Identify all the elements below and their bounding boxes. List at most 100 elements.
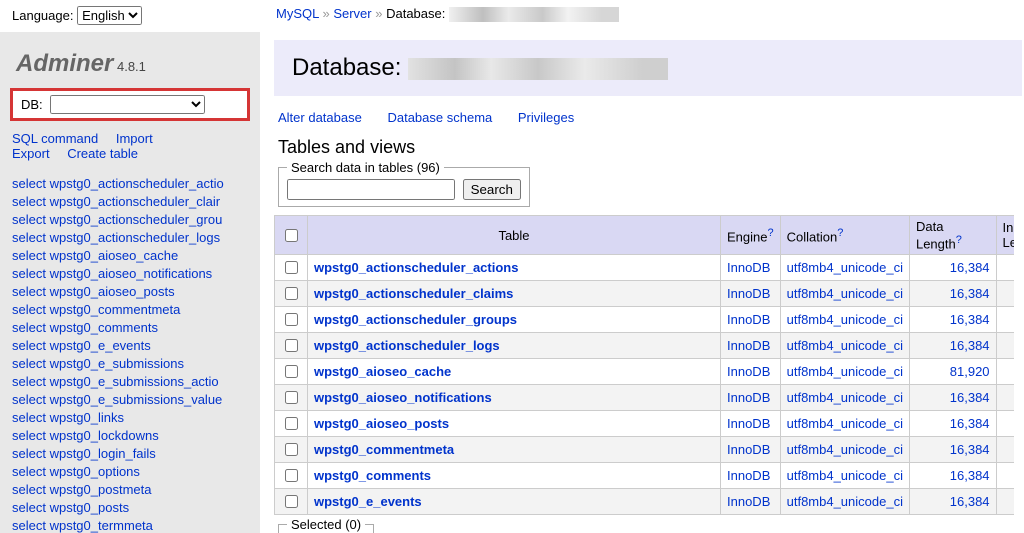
col-data-length[interactable]: Data Length?	[909, 216, 996, 255]
sidebar-select-link[interactable]: select wpstg0_postmeta	[12, 481, 260, 499]
col-table[interactable]: Table	[308, 216, 721, 255]
sidebar-select-link[interactable]: select wpstg0_actionscheduler_actio	[12, 175, 260, 193]
sidebar-select-link[interactable]: select wpstg0_login_fails	[12, 445, 260, 463]
row-data-length[interactable]: 16,384	[950, 416, 990, 431]
sidebar-select-link[interactable]: select wpstg0_e_submissions	[12, 355, 260, 373]
row-collation[interactable]: utf8mb4_unicode_ci	[780, 255, 909, 281]
selected-legend: Selected (0)	[287, 517, 365, 532]
sidebar-select-link[interactable]: select wpstg0_termmeta	[12, 517, 260, 533]
row-data-length[interactable]: 81,920	[950, 364, 990, 379]
sidebar-select-link[interactable]: select wpstg0_e_submissions_value	[12, 391, 260, 409]
sidebar-select-link[interactable]: select wpstg0_lockdowns	[12, 427, 260, 445]
table-name-link[interactable]: wpstg0_aioseo_posts	[314, 416, 449, 431]
row-engine[interactable]: InnoDB	[721, 463, 781, 489]
sidebar-select-link[interactable]: select wpstg0_commentmeta	[12, 301, 260, 319]
table-name-link[interactable]: wpstg0_aioseo_notifications	[314, 390, 492, 405]
sidebar-select-link[interactable]: select wpstg0_aioseo_notifications	[12, 265, 260, 283]
sidebar-select-link[interactable]: select wpstg0_comments	[12, 319, 260, 337]
database-links: Alter database Database schema Privilege…	[274, 110, 1024, 133]
row-collation[interactable]: utf8mb4_unicode_ci	[780, 281, 909, 307]
row-data-length[interactable]: 16,384	[950, 442, 990, 457]
row-collation[interactable]: utf8mb4_unicode_ci	[780, 437, 909, 463]
table-name-link[interactable]: wpstg0_commentmeta	[314, 442, 454, 457]
search-button[interactable]	[463, 179, 521, 200]
sidebar-select-link[interactable]: select wpstg0_actionscheduler_logs	[12, 229, 260, 247]
row-checkbox[interactable]	[285, 391, 298, 404]
row-engine[interactable]: InnoDB	[721, 333, 781, 359]
sidebar-select-link[interactable]: select wpstg0_options	[12, 463, 260, 481]
table-name-link[interactable]: wpstg0_actionscheduler_actions	[314, 260, 518, 275]
row-engine[interactable]: InnoDB	[721, 281, 781, 307]
sidebar-select-link[interactable]: select wpstg0_posts	[12, 499, 260, 517]
col-index-length[interactable]: InLe	[996, 216, 1014, 255]
breadcrumb-server[interactable]: Server	[333, 6, 371, 21]
row-collation[interactable]: utf8mb4_unicode_ci	[780, 385, 909, 411]
table-row: wpstg0_aioseo_cache InnoDButf8mb4_unicode…	[275, 359, 1015, 385]
create-table-link[interactable]: Create table	[67, 146, 138, 161]
db-selector-box: DB:	[10, 88, 250, 121]
import-link[interactable]: Import	[116, 131, 153, 146]
row-checkbox[interactable]	[285, 261, 298, 274]
row-checkbox[interactable]	[285, 365, 298, 378]
row-collation[interactable]: utf8mb4_unicode_ci	[780, 307, 909, 333]
database-schema-link[interactable]: Database schema	[387, 110, 492, 125]
sidebar-select-link[interactable]: select wpstg0_e_events	[12, 337, 260, 355]
sidebar-select-link[interactable]: select wpstg0_links	[12, 409, 260, 427]
row-checkbox[interactable]	[285, 313, 298, 326]
row-engine[interactable]: InnoDB	[721, 437, 781, 463]
breadcrumb-database-label: Database:	[386, 6, 445, 21]
row-data-length[interactable]: 16,384	[950, 494, 990, 509]
row-collation[interactable]: utf8mb4_unicode_ci	[780, 333, 909, 359]
sidebar-select-link[interactable]: select wpstg0_aioseo_cache	[12, 247, 260, 265]
table-name-link[interactable]: wpstg0_aioseo_cache	[314, 364, 451, 379]
table-name-link[interactable]: wpstg0_actionscheduler_groups	[314, 312, 517, 327]
export-link[interactable]: Export	[12, 146, 50, 161]
table-name-link[interactable]: wpstg0_e_events	[314, 494, 422, 509]
row-data-length[interactable]: 16,384	[950, 312, 990, 327]
row-collation[interactable]: utf8mb4_unicode_ci	[780, 411, 909, 437]
sql-command-link[interactable]: SQL command	[12, 131, 98, 146]
row-checkbox[interactable]	[285, 495, 298, 508]
row-engine[interactable]: InnoDB	[721, 359, 781, 385]
alter-database-link[interactable]: Alter database	[278, 110, 362, 125]
row-engine[interactable]: InnoDB	[721, 385, 781, 411]
privileges-link[interactable]: Privileges	[518, 110, 574, 125]
sidebar-select-link[interactable]: select wpstg0_actionscheduler_clair	[12, 193, 260, 211]
row-collation[interactable]: utf8mb4_unicode_ci	[780, 489, 909, 515]
table-name-link[interactable]: wpstg0_actionscheduler_logs	[314, 338, 500, 353]
row-data-length[interactable]: 16,384	[950, 286, 990, 301]
row-data-length[interactable]: 16,384	[950, 390, 990, 405]
row-checkbox[interactable]	[285, 443, 298, 456]
row-checkbox[interactable]	[285, 469, 298, 482]
row-engine[interactable]: InnoDB	[721, 307, 781, 333]
breadcrumb-mysql[interactable]: MySQL	[276, 6, 319, 21]
col-engine[interactable]: Engine?	[721, 216, 781, 255]
row-checkbox[interactable]	[285, 339, 298, 352]
row-engine[interactable]: InnoDB	[721, 255, 781, 281]
select-all-checkbox[interactable]	[285, 229, 298, 242]
main-pane: Database: Alter database Database schema…	[260, 32, 1024, 533]
sidebar-select-link[interactable]: select wpstg0_actionscheduler_grou	[12, 211, 260, 229]
table-name-link[interactable]: wpstg0_actionscheduler_claims	[314, 286, 513, 301]
row-checkbox[interactable]	[285, 287, 298, 300]
language-select[interactable]: English	[77, 6, 142, 25]
row-data-length[interactable]: 16,384	[950, 338, 990, 353]
col-collation[interactable]: Collation?	[780, 216, 909, 255]
row-collation[interactable]: utf8mb4_unicode_ci	[780, 359, 909, 385]
row-data-length[interactable]: 16,384	[950, 260, 990, 275]
row-collation[interactable]: utf8mb4_unicode_ci	[780, 463, 909, 489]
db-selector[interactable]	[50, 95, 205, 114]
search-input[interactable]	[287, 179, 455, 200]
row-data-length[interactable]: 16,384	[950, 468, 990, 483]
table-row: wpstg0_comments InnoDButf8mb4_unicode_ci 1…	[275, 463, 1015, 489]
selected-fieldset: Selected (0)	[278, 517, 374, 533]
sidebar-select-link[interactable]: select wpstg0_e_submissions_actio	[12, 373, 260, 391]
sidebar-select-link[interactable]: select wpstg0_aioseo_posts	[12, 283, 260, 301]
tables-and-views-heading: Tables and views	[274, 133, 1024, 160]
row-engine[interactable]: InnoDB	[721, 411, 781, 437]
row-engine[interactable]: InnoDB	[721, 489, 781, 515]
tables-table: Table Engine? Collation? Data Length? In…	[274, 215, 1014, 515]
col-checkbox	[275, 216, 308, 255]
row-checkbox[interactable]	[285, 417, 298, 430]
table-name-link[interactable]: wpstg0_comments	[314, 468, 431, 483]
